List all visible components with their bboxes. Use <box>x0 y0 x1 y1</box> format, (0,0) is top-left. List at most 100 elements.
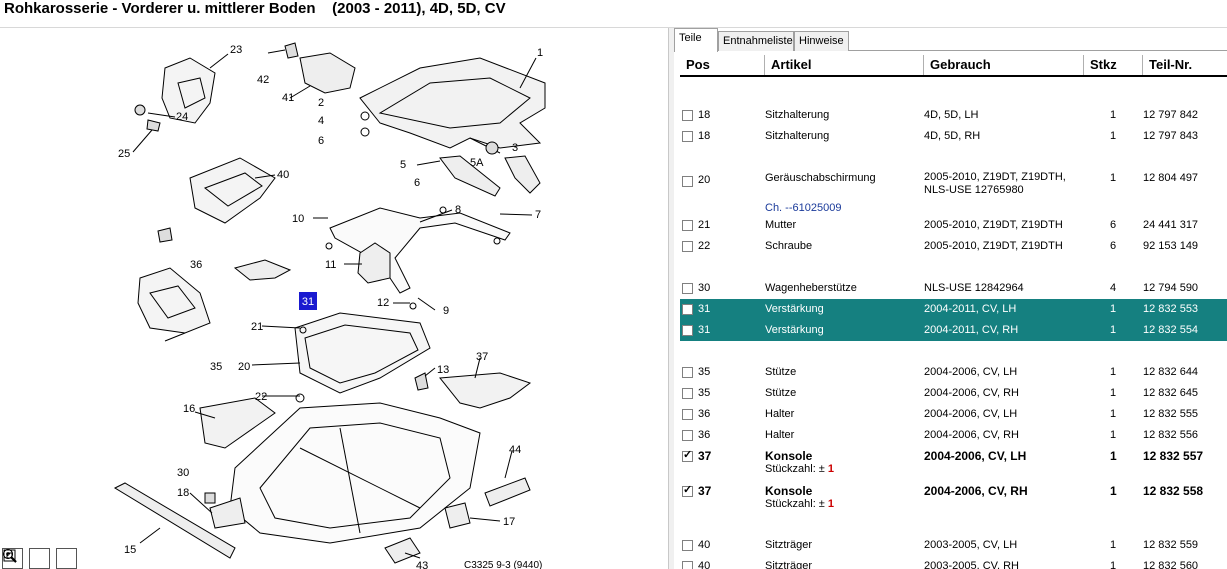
pos-label[interactable]: 22 <box>255 391 267 403</box>
table-row[interactable]: 36 Halter 2004-2006, CV, RH 1 12 832 556 <box>680 425 1227 446</box>
parts-panel: Teile Entnahmeliste Hinweise Pos Artikel… <box>674 28 1227 569</box>
table-row-checked[interactable]: 37 Konsole 2004-2006, CV, LH 1 12 832 55… <box>680 446 1227 480</box>
pos-label[interactable]: 41 <box>282 92 294 104</box>
row-checkbox[interactable] <box>682 283 693 294</box>
pos-label[interactable]: 30 <box>177 467 189 479</box>
cell-pos: 31 <box>698 324 711 336</box>
table-row[interactable]: 18 Sitzhalterung 4D, 5D, RH 1 12 797 843 <box>680 126 1227 147</box>
cell-stkz: 1 <box>1110 484 1117 498</box>
pos-label[interactable]: 18 <box>177 487 189 499</box>
table-row-selected[interactable]: 31 Verstärkung 2004-2011, CV, LH 1 12 83… <box>680 299 1227 320</box>
pos-label[interactable]: 43 <box>416 560 428 569</box>
pos-label[interactable]: 40 <box>277 169 289 181</box>
table-row[interactable]: 30 Wagenheberstütze NLS-USE 12842964 4 1… <box>680 278 1227 299</box>
table-row-checked[interactable]: 37 Konsole 2004-2006, CV, RH 1 12 832 55… <box>680 481 1227 515</box>
pos-label[interactable]: 23 <box>230 44 242 56</box>
row-checkbox[interactable] <box>682 448 693 462</box>
pos-label[interactable]: 12 <box>377 297 389 309</box>
pos-label[interactable]: 5A <box>470 157 484 169</box>
pos-label[interactable]: 9 <box>443 305 449 317</box>
grid-header: Pos Artikel Gebrauch Stkz Teil-Nr. <box>680 55 1227 77</box>
cell-artikel: Verstärkung <box>765 324 824 336</box>
pos-label[interactable]: 17 <box>503 516 515 528</box>
pos-label[interactable]: 21 <box>251 321 263 333</box>
row-checkbox[interactable] <box>682 131 693 142</box>
pos-label[interactable]: 7 <box>535 209 541 221</box>
cell-stkz: 4 <box>1110 282 1117 294</box>
pos-label[interactable]: 36 <box>190 259 202 271</box>
cell-stkz: 6 <box>1110 240 1117 252</box>
cell-teil-nr: 12 832 644 <box>1143 366 1199 378</box>
pos-label[interactable]: 10 <box>292 213 304 225</box>
pos-label[interactable]: 25 <box>118 148 130 160</box>
row-checkbox[interactable] <box>682 176 693 187</box>
cell-teil-nr: 12 832 554 <box>1143 324 1199 336</box>
table-row[interactable]: 36 Halter 2004-2006, CV, LH 1 12 832 555 <box>680 404 1227 425</box>
cell-teil-nr: 12 794 590 <box>1143 282 1199 294</box>
cell-teil-nr: 12 832 557 <box>1143 449 1204 463</box>
row-checkbox[interactable] <box>682 430 693 441</box>
exploded-diagram[interactable]: 31 1 2 3 4 5 5A 6 6 7 8 9 10 11 12 13 15… <box>0 28 668 569</box>
pos-label[interactable]: 11 <box>325 259 336 271</box>
table-row[interactable]: 20 Geräuschabschirmung 2005-2010, Z19DT,… <box>680 168 1227 216</box>
col-header-artikel[interactable]: Artikel <box>765 55 924 75</box>
row-checkbox[interactable] <box>682 110 693 121</box>
pos-label[interactable]: 6 <box>414 177 420 189</box>
cell-teil-nr: 12 832 555 <box>1143 408 1199 420</box>
row-checkbox[interactable] <box>682 388 693 399</box>
pos-label[interactable]: 35 <box>210 361 222 373</box>
row-checkbox[interactable] <box>682 367 693 378</box>
pos-label[interactable]: 2 <box>318 97 324 109</box>
quantity-label: Stückzahl: ± <box>765 463 825 475</box>
col-header-teil-nr[interactable]: Teil-Nr. <box>1143 55 1227 75</box>
row-checkbox[interactable] <box>682 304 693 315</box>
page-title: Rohkarosserie - Vorderer u. mittlerer Bo… <box>4 0 506 17</box>
cell-gebrauch: 2004-2006, CV, LH <box>924 366 1018 378</box>
row-checkbox[interactable] <box>682 220 693 231</box>
row-checkbox[interactable] <box>682 561 693 569</box>
cell-stkz: 1 <box>1110 449 1117 463</box>
col-header-pos[interactable]: Pos <box>680 55 765 75</box>
cell-stkz: 1 <box>1110 387 1117 399</box>
highlight-label-31[interactable]: 31 <box>302 296 314 308</box>
table-row-selected[interactable]: 31 Verstärkung 2004-2011, CV, RH 1 12 83… <box>680 320 1227 341</box>
pos-label[interactable]: 5 <box>400 159 406 171</box>
row-checkbox[interactable] <box>682 540 693 551</box>
pos-label[interactable]: 13 <box>437 364 449 376</box>
row-checkbox[interactable] <box>682 241 693 252</box>
cell-pos: 36 <box>698 408 711 420</box>
cell-pos: 36 <box>698 429 711 441</box>
table-row[interactable]: 40 Sitzträger 2003-2005, CV, RH 1 12 832… <box>680 556 1227 569</box>
pos-label[interactable]: 37 <box>476 351 488 363</box>
table-row[interactable]: 35 Stütze 2004-2006, CV, LH 1 12 832 644 <box>680 362 1227 383</box>
cell-artikel: Sitzhalterung <box>765 130 830 142</box>
cell-pos: 21 <box>698 219 711 231</box>
table-row[interactable]: 22 Schraube 2005-2010, Z19DT, Z19DTH 6 9… <box>680 236 1227 257</box>
table-row[interactable]: 18 Sitzhalterung 4D, 5D, LH 1 12 797 842 <box>680 105 1227 126</box>
pos-label[interactable]: 1 <box>537 47 543 59</box>
pos-label[interactable]: 44 <box>509 444 521 456</box>
col-header-stkz[interactable]: Stkz <box>1084 55 1143 75</box>
row-checkbox[interactable] <box>682 483 693 497</box>
pos-label[interactable]: 3 <box>512 142 518 154</box>
tab-entnahmeliste[interactable]: Entnahmeliste <box>718 31 794 51</box>
pos-label[interactable]: 16 <box>183 403 195 415</box>
tab-teile[interactable]: Teile <box>674 28 718 52</box>
table-row[interactable]: 21 Mutter 2005-2010, Z19DT, Z19DTH 6 24 … <box>680 215 1227 236</box>
cell-stkz: 1 <box>1110 366 1117 378</box>
col-header-gebrauch[interactable]: Gebrauch <box>924 55 1084 75</box>
row-checkbox[interactable] <box>682 325 693 336</box>
pos-label[interactable]: 20 <box>238 361 250 373</box>
pos-label[interactable]: 4 <box>318 115 324 127</box>
pos-label[interactable]: 42 <box>257 74 269 86</box>
row-checkbox[interactable] <box>682 409 693 420</box>
fit-view-button[interactable] <box>3 548 77 569</box>
pos-label[interactable]: 15 <box>124 544 136 556</box>
pos-label[interactable]: 6 <box>318 135 324 147</box>
tab-hinweise[interactable]: Hinweise <box>794 31 849 51</box>
pos-label[interactable]: 8 <box>455 204 461 216</box>
table-row[interactable]: 40 Sitzträger 2003-2005, CV, LH 1 12 832… <box>680 535 1227 556</box>
table-row[interactable]: 35 Stütze 2004-2006, CV, RH 1 12 832 645 <box>680 383 1227 404</box>
pos-label[interactable]: 24 <box>176 111 188 123</box>
zoom-out-button[interactable] <box>3 548 50 569</box>
